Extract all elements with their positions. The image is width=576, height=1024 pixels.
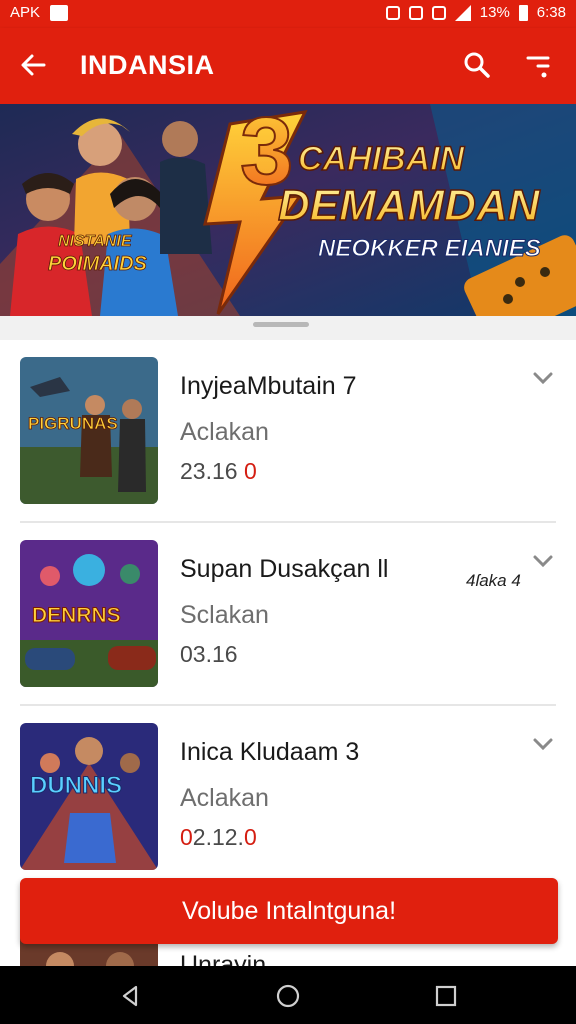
page-title: INDANSIA bbox=[80, 50, 215, 80]
status-bar: APK 13% 6:38 bbox=[0, 0, 576, 28]
list-item[interactable]: PIGRUNAS InyjeaMbutain 7 Aclakan 23.16 0 bbox=[0, 340, 576, 523]
sheet-handle-area[interactable] bbox=[0, 316, 576, 340]
banner-line-2: DEMAMDAN bbox=[278, 181, 541, 230]
status-app-label: APK bbox=[10, 4, 41, 21]
mail-notification-icon bbox=[50, 4, 69, 21]
filter-icon[interactable] bbox=[524, 50, 554, 80]
game-title: Unrayin bbox=[180, 951, 267, 966]
price-value: 03.16 bbox=[180, 641, 238, 667]
price-value: 2.12. bbox=[192, 824, 244, 850]
game-category: Sclakan bbox=[180, 601, 269, 629]
banner-line-1: CAHIBAIN bbox=[298, 140, 466, 178]
price-value: 23.16 bbox=[180, 458, 238, 484]
game-thumbnail: DENRNS bbox=[20, 540, 158, 687]
nav-recent-apps-icon[interactable] bbox=[432, 982, 460, 1010]
alarm-icon bbox=[385, 5, 400, 20]
game-price: 23.16 0 bbox=[180, 458, 257, 485]
banner-artwork: 3 CAHIBAIN DEMAMDAN NEOKKER EIANIES NIST… bbox=[0, 104, 576, 316]
game-category: Aclakan bbox=[180, 784, 269, 812]
banner-left-title-2: POIMAIDS bbox=[48, 253, 148, 275]
list-item[interactable]: DUNNIS Inica Kludaam 3 Aclakan 02.12.0 bbox=[0, 706, 576, 889]
notification-icon bbox=[408, 5, 423, 20]
price-accent: 0 bbox=[243, 824, 257, 850]
signal-icon bbox=[454, 4, 471, 21]
banner-line-3: NEOKKER EIANIES bbox=[318, 235, 541, 262]
system-nav-bar bbox=[0, 966, 576, 1024]
drag-handle[interactable] bbox=[253, 322, 309, 327]
thumbnail-title: PIGRUNAS bbox=[28, 414, 118, 433]
game-price: 02.12.0 bbox=[180, 824, 257, 851]
chevron-down-icon[interactable] bbox=[532, 370, 554, 386]
app-bar: INDANSIA bbox=[0, 28, 576, 104]
status-time: 6:38 bbox=[536, 4, 566, 21]
game-list: PIGRUNAS InyjeaMbutain 7 Aclakan 23.16 0… bbox=[0, 340, 576, 966]
thumbnail-title: DUNNIS bbox=[30, 772, 122, 799]
banner-left-title-1: NISTANIE bbox=[58, 233, 133, 250]
price-prefix: 0 bbox=[180, 824, 193, 850]
game-title: Inica Kludaam 3 bbox=[180, 738, 360, 766]
game-title: InyjeaMbutain 7 bbox=[180, 372, 357, 400]
thumbnail-title: DENRNS bbox=[32, 604, 121, 627]
game-title: Supan Dusakçan ll bbox=[180, 555, 389, 583]
chevron-down-icon[interactable] bbox=[532, 553, 554, 569]
promo-banner[interactable]: 3 CAHIBAIN DEMAMDAN NEOKKER EIANIES NIST… bbox=[0, 104, 576, 316]
wifi-icon bbox=[431, 5, 446, 20]
chevron-down-icon[interactable] bbox=[532, 736, 554, 752]
install-cta-button[interactable]: Volube Intalntguna! bbox=[20, 878, 558, 944]
game-price: 03.16 bbox=[180, 641, 238, 668]
battery-icon bbox=[518, 4, 528, 21]
list-item[interactable]: DENRNS Supan Dusakçan ll 4ſaka 4 Sclakan… bbox=[0, 523, 576, 706]
price-accent: 0 bbox=[243, 458, 257, 484]
game-thumbnail: PIGRUNAS bbox=[20, 357, 158, 504]
back-arrow-icon[interactable] bbox=[18, 50, 48, 80]
game-category: Aclakan bbox=[180, 418, 269, 446]
nav-home-icon[interactable] bbox=[274, 982, 302, 1010]
game-note: 4ſaka 4 bbox=[466, 571, 521, 590]
search-icon[interactable] bbox=[462, 50, 492, 80]
nav-back-icon[interactable] bbox=[116, 982, 144, 1010]
battery-percent: 13% bbox=[479, 4, 510, 21]
game-thumbnail: DUNNIS bbox=[20, 723, 158, 870]
